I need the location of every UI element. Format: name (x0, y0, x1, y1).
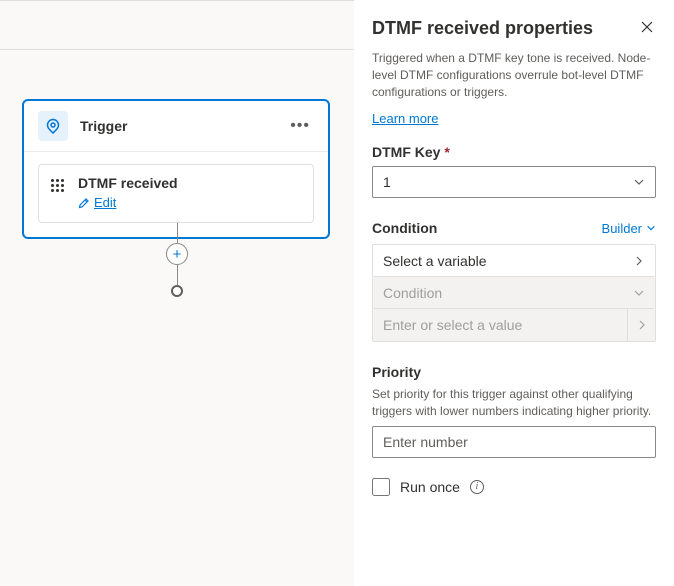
end-node-icon (171, 285, 183, 297)
priority-label: Priority (372, 364, 656, 380)
trigger-node[interactable]: Trigger ••• DTMF received Edit (22, 99, 330, 239)
chevron-down-icon (633, 287, 645, 299)
condition-mode-toggle[interactable]: Builder (602, 221, 656, 236)
chevron-right-icon (633, 255, 645, 267)
run-once-row[interactable]: Run once i (372, 478, 656, 496)
node-more-button[interactable]: ••• (286, 115, 314, 137)
condition-label: Condition (372, 220, 437, 236)
chevron-down-icon (646, 223, 656, 233)
dtmf-key-dropdown[interactable]: 1 (372, 166, 656, 198)
priority-description: Set priority for this trigger against ot… (372, 386, 656, 420)
condition-value-input[interactable]: Enter or select a value (373, 309, 655, 341)
condition-variable-select[interactable]: Select a variable (373, 245, 655, 277)
close-icon (640, 20, 654, 34)
condition-builder: Select a variable Condition Enter or sel… (372, 244, 656, 342)
edit-link[interactable]: Edit (78, 195, 116, 210)
panel-description: Triggered when a DTMF key tone is receiv… (372, 50, 656, 100)
dtmf-key-label: DTMF Key * (372, 144, 656, 160)
condition-operator-select[interactable]: Condition (373, 277, 655, 309)
event-name: DTMF received (78, 175, 301, 191)
run-once-checkbox[interactable] (372, 478, 390, 496)
trigger-icon (38, 111, 68, 141)
learn-more-link[interactable]: Learn more (372, 111, 438, 126)
chevron-down-icon (633, 176, 645, 188)
flow-canvas[interactable]: Trigger ••• DTMF received Edit + (0, 0, 354, 586)
trigger-event-card[interactable]: DTMF received Edit (38, 164, 314, 223)
chevron-right-icon (627, 309, 655, 341)
node-header: Trigger ••• (24, 101, 328, 152)
add-step-button[interactable]: + (166, 243, 188, 265)
run-once-label: Run once (400, 479, 460, 495)
priority-input[interactable] (372, 426, 656, 458)
dtmf-key-value: 1 (383, 174, 391, 190)
node-connector: + (166, 223, 188, 297)
pencil-icon (78, 197, 90, 209)
panel-title: DTMF received properties (372, 18, 593, 39)
properties-panel: DTMF received properties Triggered when … (354, 0, 674, 586)
node-title: Trigger (80, 118, 286, 134)
close-button[interactable] (638, 18, 656, 40)
drag-handle-icon[interactable] (51, 179, 64, 192)
info-icon[interactable]: i (470, 480, 484, 494)
